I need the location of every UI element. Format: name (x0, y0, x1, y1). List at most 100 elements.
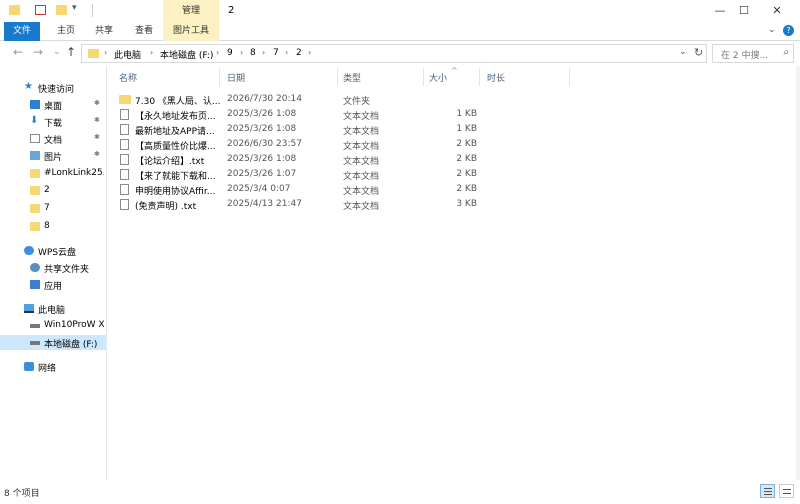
address-history-dropdown[interactable]: ⌄ (679, 47, 687, 57)
nav-label: 文档 (44, 136, 63, 146)
file-row[interactable]: 【永久地址发布页... 2025/3/26 1:08 文本文档 1 KB (117, 107, 497, 122)
close-button[interactable]: ✕ (757, 0, 797, 22)
file-name: 【论坛介绍】.txt (135, 157, 205, 167)
crumb-separator[interactable]: › (308, 48, 311, 57)
nav-this-pc[interactable]: 此电脑 (0, 301, 106, 316)
search-input[interactable]: 在 2 中搜... (721, 48, 768, 61)
nav-downloads[interactable]: ⬇ 下载 ✱ (0, 114, 106, 129)
pin-icon[interactable]: ✱ (94, 150, 100, 158)
tab-file[interactable]: 文件 (4, 22, 40, 41)
nav-desktop[interactable]: 桌面 ✱ (0, 97, 106, 112)
nav-shared-folder[interactable]: 共享文件夹 (0, 260, 106, 275)
column-header-size[interactable]: 大小 (429, 71, 447, 84)
crumb-separator[interactable]: › (285, 48, 288, 57)
pin-icon[interactable]: ✱ (94, 99, 100, 107)
pin-icon[interactable]: ✱ (94, 116, 100, 124)
help-icon[interactable]: ? (783, 25, 794, 36)
nav-quick-access[interactable]: ★ 快速访问 (0, 80, 106, 95)
new-folder-icon[interactable] (56, 5, 67, 15)
sort-arrow-icon: ^ (451, 66, 458, 75)
window-title: 2 (228, 5, 235, 16)
file-date: 2025/3/26 1:07 (227, 169, 297, 179)
search-icon[interactable]: ⌕ (783, 47, 789, 58)
column-header-duration[interactable]: 时长 (487, 71, 505, 84)
crumb-separator[interactable]: › (150, 48, 153, 57)
column-header-date[interactable]: 日期 (227, 71, 245, 84)
scrollbar[interactable] (796, 66, 800, 480)
star-icon: ★ (24, 81, 33, 92)
details-view-button[interactable] (760, 484, 775, 498)
nav-label: Win10ProW X (44, 320, 105, 330)
nav-pictures[interactable]: 图片 ✱ (0, 148, 106, 163)
file-date: 2025/3/26 1:08 (227, 154, 297, 164)
back-arrow-icon[interactable]: ← (13, 45, 23, 59)
recent-locations-icon[interactable]: ⌄ (53, 47, 61, 57)
file-name: 7.30 《黑人局、认... (135, 97, 221, 107)
file-size: 2 KB (456, 154, 477, 164)
file-row[interactable]: 【来了就能下载和... 2025/3/26 1:07 文本文档 2 KB (117, 167, 497, 182)
column-header-type[interactable]: 类型 (343, 71, 361, 84)
pin-icon[interactable]: ✱ (94, 133, 100, 141)
customize-quick-access-icon[interactable]: ▾ (72, 3, 77, 13)
pictures-icon (30, 151, 40, 160)
folder-icon (30, 204, 40, 213)
nav-network[interactable]: 网络 (0, 359, 106, 374)
column-divider[interactable] (479, 68, 480, 86)
file-date: 2026/6/30 23:57 (227, 139, 302, 149)
crumb-separator[interactable]: › (104, 48, 107, 57)
up-arrow-icon[interactable]: ↑ (66, 45, 76, 59)
tab-home[interactable]: 主页 (50, 22, 82, 41)
file-date: 2026/7/30 20:14 (227, 94, 302, 104)
nav-wps-cloud[interactable]: WPS云盘 (0, 243, 106, 258)
search-box[interactable]: 在 2 中搜... ⌕ (712, 44, 794, 63)
file-name: 申明使用协议Affir... (135, 187, 216, 197)
crumb-this-pc[interactable]: 此电脑 (114, 48, 141, 61)
column-header-name[interactable]: 名称 (119, 71, 137, 84)
crumb-separator[interactable]: › (240, 48, 243, 57)
crumb-8[interactable]: 8 (250, 48, 256, 58)
nav-drive-f[interactable]: 本地磁盘 (F:) (0, 335, 106, 350)
file-row[interactable]: 【论坛介绍】.txt 2025/3/26 1:08 文本文档 2 KB (117, 152, 497, 167)
file-row[interactable]: 7.30 《黑人局、认... 2026/7/30 20:14 文件夹 (117, 92, 497, 107)
nav-label: 共享文件夹 (44, 265, 90, 275)
forward-arrow-icon[interactable]: → (33, 45, 43, 59)
crumb-7[interactable]: 7 (273, 48, 279, 58)
crumb-9[interactable]: 9 (227, 48, 233, 58)
tab-share[interactable]: 共享 (88, 22, 120, 41)
file-list: 名称 日期 类型 ^ 大小 时长 7.30 《黑人局、认... 2026/7/3… (107, 66, 800, 480)
file-row[interactable]: 申明使用协议Affir... 2025/3/4 0:07 文本文档 2 KB (117, 182, 497, 197)
crumb-separator[interactable]: › (216, 48, 219, 57)
file-row[interactable]: 最新地址及APP请... 2025/3/26 1:08 文本文档 1 KB (117, 122, 497, 137)
file-row[interactable]: 【高质量性价比爆... 2026/6/30 23:57 文本文档 2 KB (117, 137, 497, 152)
nav-folder-7[interactable]: 7 (0, 201, 106, 216)
tab-view[interactable]: 查看 (128, 22, 160, 41)
nav-label: 快速访问 (38, 85, 75, 95)
manage-context-tab[interactable]: 管理 (163, 0, 219, 22)
nav-drive-c[interactable]: Win10ProW X (0, 318, 106, 333)
file-name: 【来了就能下载和... (135, 172, 216, 182)
document-icon (30, 134, 40, 143)
nav-apps[interactable]: 应用 (0, 277, 106, 292)
column-divider[interactable] (337, 68, 338, 86)
refresh-icon[interactable]: ↻ (694, 46, 703, 59)
column-divider[interactable] (219, 68, 220, 86)
drive-icon (30, 324, 40, 328)
column-divider[interactable] (423, 68, 424, 86)
nav-folder-lonklink[interactable]: #LonkLink25.1 (0, 166, 106, 181)
properties-icon[interactable] (35, 5, 46, 15)
large-icons-view-button[interactable] (779, 484, 794, 498)
file-type: 文本文档 (343, 112, 380, 122)
column-divider[interactable] (569, 68, 570, 86)
status-bar: 8 个项目 (0, 480, 800, 504)
file-row[interactable]: (免责声明) .txt 2025/4/13 21:47 文本文档 3 KB (117, 197, 497, 212)
expand-ribbon-icon[interactable]: ⌄ (768, 25, 776, 35)
crumb-drive-f[interactable]: 本地磁盘 (F:) (160, 48, 213, 61)
crumb-separator[interactable]: › (262, 48, 265, 57)
nav-documents[interactable]: 文档 ✱ (0, 131, 106, 146)
nav-folder-2[interactable]: 2 (0, 183, 106, 198)
crumb-2[interactable]: 2 (296, 48, 302, 58)
address-bar[interactable]: › 此电脑 › 本地磁盘 (F:) › 9 › 8 › 7 › 2 › ⌄ ↻ (81, 44, 707, 63)
nav-folder-8[interactable]: 8 (0, 219, 106, 234)
file-name: 【高质量性价比爆... (135, 142, 216, 152)
tab-picture-tools[interactable]: 图片工具 (163, 22, 219, 41)
